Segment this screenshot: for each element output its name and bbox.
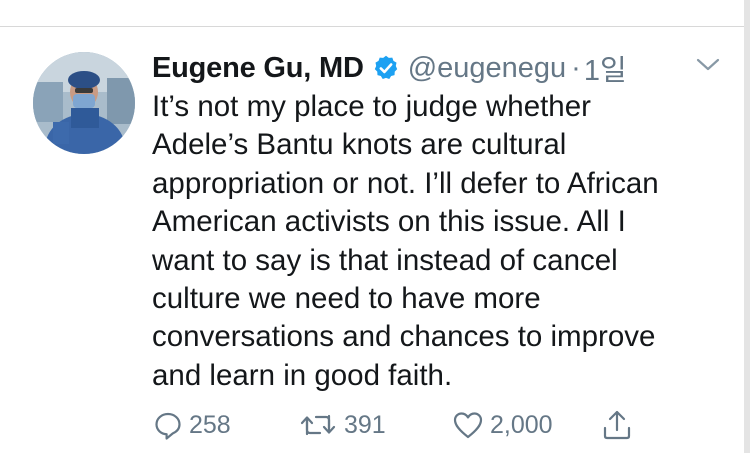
- reply-button[interactable]: 258: [153, 407, 231, 443]
- tweet-text-line: culture we need to have more: [152, 282, 541, 316]
- reply-count: 258: [189, 410, 231, 439]
- tweet-text-line: want to say is that instead of cancel: [152, 243, 618, 277]
- reply-icon: [153, 410, 183, 440]
- tweet-text: It’s not my place to judge whether Adele…: [152, 88, 742, 395]
- author-handle[interactable]: @eugenegu: [408, 52, 566, 85]
- like-button[interactable]: 2,000: [452, 407, 553, 443]
- chevron-down-icon[interactable]: [694, 54, 722, 76]
- timestamp[interactable]: 1일: [584, 47, 627, 89]
- top-divider: [0, 26, 750, 27]
- tweet-text-line: conversations and chances to improve: [152, 320, 656, 354]
- tweet-text-line: American activists on this issue. All I: [152, 205, 626, 239]
- author-name[interactable]: Eugene Gu, MD: [152, 52, 364, 85]
- heart-icon: [452, 410, 484, 440]
- retweet-button[interactable]: 391: [298, 407, 386, 443]
- tweet-text-line: It’s not my place to judge whether: [152, 90, 591, 123]
- retweet-count: 391: [344, 410, 386, 439]
- like-count: 2,000: [490, 410, 553, 439]
- verified-badge-icon: [372, 54, 400, 82]
- retweet-icon: [298, 410, 338, 440]
- share-button[interactable]: [601, 407, 633, 443]
- tweet-text-line: Adele’s Bantu knots are cultural: [152, 128, 567, 162]
- tweet-header: Eugene Gu, MD @eugenegu · 1일: [152, 48, 627, 88]
- avatar[interactable]: [33, 52, 135, 154]
- share-icon: [601, 409, 633, 441]
- tweet-text-line: and learn in good faith.: [152, 358, 453, 392]
- separator-dot: ·: [571, 51, 581, 84]
- tweet-text-line: appropriation or not. I’ll defer to Afri…: [152, 166, 659, 200]
- scrollbar-track: [744, 0, 750, 453]
